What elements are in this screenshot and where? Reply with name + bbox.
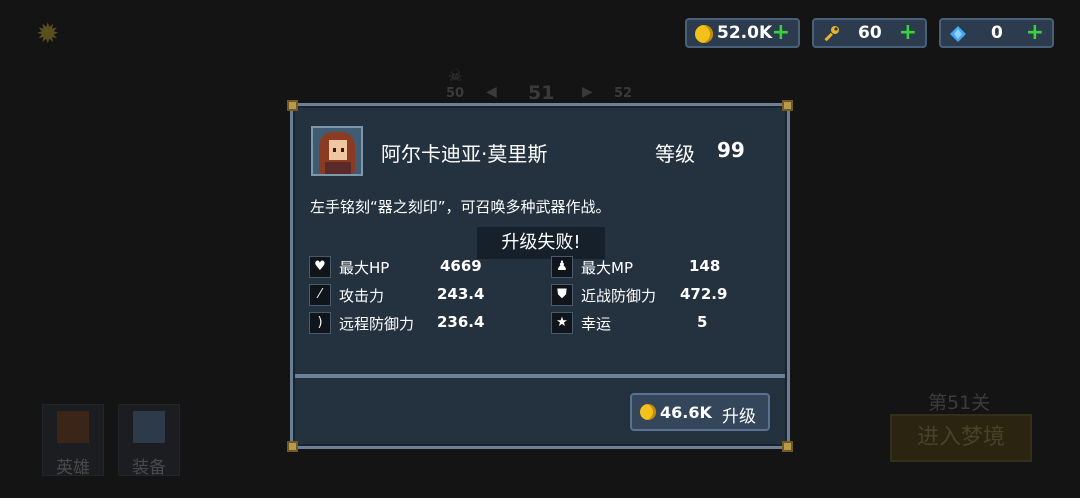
hero-tab-label: 英雄: [56, 458, 90, 478]
gold-coin-icon: [640, 404, 656, 420]
stat-label: 远程防御力: [339, 315, 415, 333]
stat-luck: ★ 幸运 5: [551, 312, 771, 334]
stat-ranged-defense: ) 远程防御力 236.4: [309, 312, 529, 334]
gold-currency: 52.0K +: [685, 18, 800, 48]
equipment-icon: [133, 411, 165, 443]
stat-value: 243.4: [437, 285, 485, 303]
current-stage-number: 51: [528, 82, 555, 104]
level-label: 等级: [655, 142, 695, 166]
stat-value: 5: [697, 313, 708, 331]
hero-name: 阿尔卡迪亚·莫里斯: [381, 142, 548, 166]
wrench-icon: [824, 26, 839, 42]
stat-label: 近战防御力: [581, 287, 657, 305]
stat-value: 472.9: [680, 285, 728, 303]
hero-icon: [57, 411, 89, 443]
gold-coin-icon: [695, 25, 713, 43]
gold-amount: 52.0K: [717, 23, 773, 43]
heart-icon: ♥: [309, 256, 331, 278]
stage-level-label: 第51关: [928, 392, 991, 414]
frame-corner: [287, 100, 298, 111]
equipment-tab-button[interactable]: 装备: [118, 404, 180, 478]
stat-label: 攻击力: [339, 287, 385, 305]
enter-dream-button[interactable]: 进入梦境: [890, 414, 1032, 462]
stat-label: 幸运: [581, 315, 612, 333]
upgrade-failed-toast: 升级失败!: [477, 227, 605, 259]
hero-portrait: [311, 126, 363, 176]
bow-icon: ): [309, 312, 331, 334]
divider: [295, 374, 785, 378]
diamond-icon: [950, 26, 966, 42]
equipment-tab-label: 装备: [132, 458, 166, 478]
keys-currency: 60 +: [812, 18, 927, 48]
prev-stage-number: 50: [446, 86, 465, 101]
stat-label: 最大HP: [339, 259, 390, 277]
shield-icon: ⛊: [551, 284, 573, 306]
settings-gear-icon[interactable]: ✹: [36, 20, 64, 48]
frame-corner: [782, 441, 793, 452]
gems-currency: 0 +: [939, 18, 1054, 48]
frame-corner: [782, 100, 793, 111]
add-gold-plus-icon[interactable]: +: [772, 21, 790, 45]
upgrade-button[interactable]: 46.6K 升级: [630, 393, 770, 431]
skull-icon: ☠: [448, 66, 463, 85]
stat-label: 最大MP: [581, 259, 633, 277]
add-gems-plus-icon[interactable]: +: [1026, 21, 1044, 45]
stat-melee-defense: ⛊ 近战防御力 472.9: [551, 284, 771, 306]
stat-attack: ⁄ 攻击力 243.4: [309, 284, 529, 306]
prev-stage-arrow-icon[interactable]: ◀: [486, 84, 497, 100]
stat-max-mp: ♟ 最大MP 148: [551, 256, 771, 278]
next-stage-arrow-icon[interactable]: ▶: [582, 84, 593, 100]
hero-description: 左手铭刻“器之刻印”，可召唤多种武器作战。: [310, 198, 611, 216]
keys-amount: 60: [858, 23, 882, 43]
potion-icon: ♟: [551, 256, 573, 278]
next-stage-number: 52: [614, 86, 633, 101]
stat-value: 148: [689, 257, 721, 275]
level-value: 99: [717, 138, 745, 162]
hero-tab-button[interactable]: 英雄: [42, 404, 104, 478]
stat-value: 4669: [440, 257, 482, 275]
stage-navigator: ☠ 50 ◀ 51 ▶ 52: [440, 66, 640, 106]
upgrade-label: 升级: [722, 407, 756, 427]
frame-corner: [287, 441, 298, 452]
gems-amount: 0: [991, 23, 1003, 43]
star-icon: ★: [551, 312, 573, 334]
hero-upgrade-dialog: 阿尔卡迪亚·莫里斯 等级 99 左手铭刻“器之刻印”，可召唤多种武器作战。 升级…: [287, 100, 793, 452]
stat-value: 236.4: [437, 313, 485, 331]
stat-max-hp: ♥ 最大HP 4669: [309, 256, 529, 278]
upgrade-price: 46.6K: [660, 403, 712, 422]
add-keys-plus-icon[interactable]: +: [899, 21, 917, 45]
sword-icon: ⁄: [309, 284, 331, 306]
